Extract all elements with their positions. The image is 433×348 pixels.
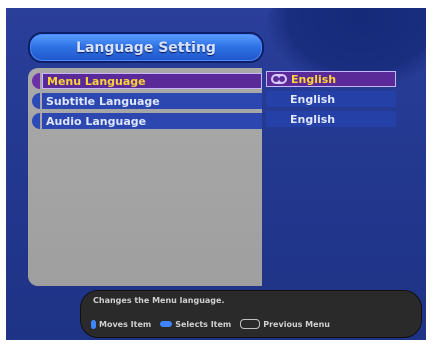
row-body: Audio Language [42, 113, 262, 129]
row-body: Menu Language [42, 73, 262, 89]
menu-panel: Menu Language Subtitle Language Audio La… [28, 68, 262, 286]
left-right-icon [271, 74, 287, 84]
menu-item-subtitle-language[interactable]: Subtitle Language [28, 92, 262, 110]
up-down-icon [91, 319, 96, 329]
menu-item-audio-language[interactable]: Audio Language [28, 112, 262, 130]
help-hints: Moves Item Selects Item Previous Menu [91, 319, 330, 329]
help-bar: Changes the Menu language. Moves Item Se… [80, 290, 422, 338]
audio-language-value[interactable]: English [266, 111, 396, 127]
left-right-icon [160, 321, 173, 327]
previous-label: Previous Menu [263, 319, 330, 329]
help-description: Changes the Menu language. [93, 296, 225, 305]
value-label: English [290, 92, 336, 106]
menu-language-value[interactable]: English [266, 71, 396, 87]
menu-item-label: Menu Language [47, 74, 146, 88]
value-label: English [290, 112, 336, 126]
row-body: Subtitle Language [42, 93, 262, 109]
tv-osd-screen: Language Setting Menu Language Subtitle … [6, 8, 426, 340]
row-cap [32, 73, 40, 89]
selects-label: Selects Item [175, 319, 232, 329]
row-cap [32, 113, 40, 129]
menu-item-label: Subtitle Language [46, 94, 160, 108]
title-bar: Language Setting [28, 32, 264, 63]
moves-label: Moves Item [99, 319, 152, 329]
exit-button-icon [240, 319, 261, 329]
menu-item-menu-language[interactable]: Menu Language [28, 72, 262, 90]
row-cap [32, 93, 40, 109]
subtitle-language-value[interactable]: English [266, 91, 396, 107]
menu-item-label: Audio Language [46, 114, 147, 128]
page-title: Language Setting [76, 39, 216, 56]
value-label: English [291, 72, 337, 86]
